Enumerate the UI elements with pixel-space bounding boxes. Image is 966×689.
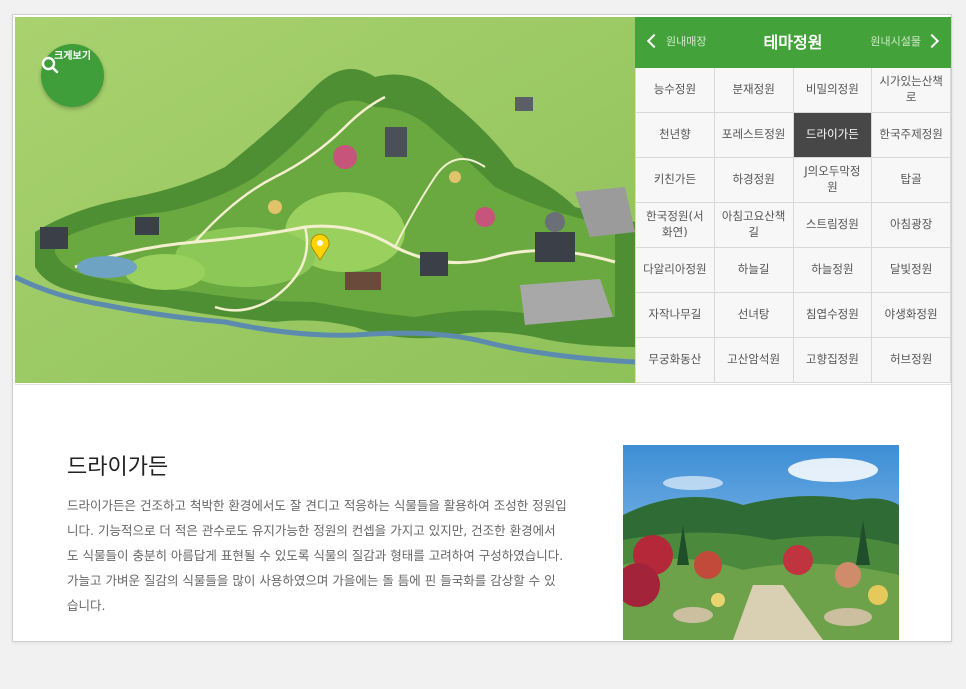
garden-item[interactable]: 무궁화동산: [636, 338, 715, 383]
garden-grid: 능수정원 분재정원 비밀의정원 시가있는산책로천년향 포레스트정원 드라이가든 한국주제정원…: [635, 68, 951, 383]
garden-item[interactable]: 허브정원: [872, 338, 951, 383]
garden-item[interactable]: 탑골: [872, 158, 951, 203]
detail-description: 드라이가든은 건조하고 척박한 환경에서도 잘 견디고 적응하는 식물들을 활용…: [67, 498, 567, 613]
garden-item[interactable]: 시가있는산책로: [872, 68, 951, 113]
content-frame: 크게보기 원내매장 테마정원 원내시설물 능수정원 분재정원 비밀의정원 시가있는산책…: [12, 14, 952, 642]
garden-item[interactable]: 하늘정원: [793, 248, 873, 293]
garden-item[interactable]: 드라이가든: [793, 113, 873, 158]
detail-title: 드라이가든: [67, 455, 169, 480]
garden-item[interactable]: 선녀탕: [714, 293, 794, 338]
garden-item[interactable]: 분재정원: [714, 68, 794, 113]
garden-item[interactable]: 자작나무길: [636, 293, 715, 338]
panel-header: 원내매장 테마정원 원내시설물: [635, 17, 951, 68]
garden-item[interactable]: 한국정원(서화연): [636, 203, 715, 248]
garden-photo: [623, 445, 899, 640]
garden-item[interactable]: 능수정원: [636, 68, 715, 113]
chevron-right-icon: [924, 33, 940, 48]
garden-item[interactable]: 스트림정원: [793, 203, 873, 248]
zoom-button[interactable]: 크게보기: [41, 44, 104, 107]
map-illustration: [15, 17, 635, 383]
garden-item[interactable]: 아침고요산책길: [714, 203, 794, 248]
garden-item[interactable]: 포레스트정원: [714, 113, 794, 158]
garden-item[interactable]: 야생화정원: [872, 293, 951, 338]
garden-item[interactable]: 침엽수정원: [793, 293, 873, 338]
garden-item[interactable]: J의오두막정원: [793, 158, 873, 203]
garden-item[interactable]: 아침광장: [872, 203, 951, 248]
theme-garden-panel: 원내매장 테마정원 원내시설물 능수정원 분재정원 비밀의정원 시가있는산책로천년향 포…: [635, 17, 951, 383]
garden-item[interactable]: 다알리아정원: [636, 248, 715, 293]
garden-item[interactable]: 하경정원: [714, 158, 794, 203]
garden-item[interactable]: 고산암석원: [714, 338, 794, 383]
garden-item[interactable]: 하늘길: [714, 248, 794, 293]
garden-detail: 드라이가든 드라이가든은 건조하고 척박한 환경에서도 잘 견디고 적응하는 식…: [15, 384, 951, 641]
garden-item[interactable]: 고향집정원: [793, 338, 873, 383]
garden-item[interactable]: 한국주제정원: [872, 113, 951, 158]
search-icon: [41, 56, 59, 74]
next-category-button[interactable]: 원내시설물: [870, 17, 940, 68]
garden-map[interactable]: 크게보기: [15, 17, 635, 383]
garden-item[interactable]: 달빛정원: [872, 248, 951, 293]
garden-item[interactable]: 천년향: [636, 113, 715, 158]
garden-item[interactable]: 키친가든: [636, 158, 715, 203]
garden-item[interactable]: 비밀의정원: [793, 68, 873, 113]
next-category-label: 원내시설물: [870, 36, 921, 48]
top-section: 크게보기 원내매장 테마정원 원내시설물 능수정원 분재정원 비밀의정원 시가있는산책…: [15, 17, 951, 383]
dry-garden-photo: [623, 445, 899, 640]
